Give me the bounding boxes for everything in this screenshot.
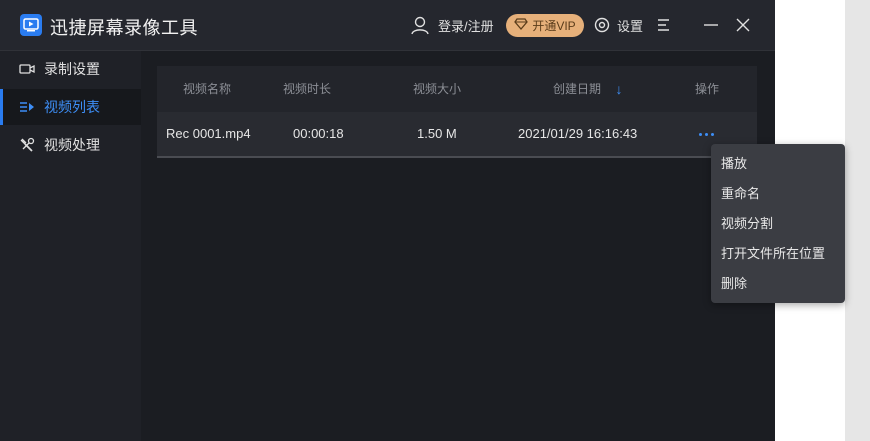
video-size: 1.50 M <box>417 126 457 141</box>
camera-icon <box>18 60 36 78</box>
table-header: 视频名称 视频时长 视频大小 创建日期 ↓ 操作 <box>157 66 757 112</box>
list-icon <box>18 98 36 116</box>
title-bar: 迅捷屏幕录像工具 登录/注册 开通VIP 设置 <box>0 0 775 51</box>
menu-item-delete[interactable]: 删除 <box>711 269 845 299</box>
sort-arrow-icon[interactable]: ↓ <box>612 66 626 112</box>
minimize-icon[interactable] <box>703 15 723 35</box>
video-name: Rec 0001.mp4 <box>166 126 251 141</box>
app-title: 迅捷屏幕录像工具 <box>50 18 198 38</box>
settings-label: 设置 <box>617 18 644 34</box>
diamond-icon <box>514 18 529 33</box>
login-button[interactable]: 登录/注册 <box>410 0 494 50</box>
column-header-actions: 操作 <box>694 82 719 96</box>
context-menu: 播放 重命名 视频分割 打开文件所在位置 删除 <box>711 144 845 303</box>
sidebar: 录制设置 视频列表 视频处理 <box>0 51 141 441</box>
video-table: 视频名称 视频时长 视频大小 创建日期 ↓ 操作 Rec 0001.mp4 00… <box>157 66 757 158</box>
sidebar-item-label: 录制设置 <box>44 61 100 77</box>
sidebar-item-video-list[interactable]: 视频列表 <box>0 89 141 125</box>
vip-button[interactable]: 开通VIP <box>506 14 584 37</box>
login-label: 登录/注册 <box>438 18 494 34</box>
tools-icon <box>18 136 36 154</box>
sidebar-item-video-processing[interactable]: 视频处理 <box>0 127 141 163</box>
sidebar-item-label: 视频处理 <box>44 137 100 153</box>
menu-item-split-video[interactable]: 视频分割 <box>711 209 845 239</box>
menu-item-open-file-location[interactable]: 打开文件所在位置 <box>711 239 845 269</box>
app-logo-icon <box>20 14 42 36</box>
column-header-date[interactable]: 创建日期 <box>537 66 617 112</box>
sidebar-item-label: 视频列表 <box>44 99 100 115</box>
table-row[interactable]: Rec 0001.mp4 00:00:18 1.50 M 2021/01/29 … <box>157 112 757 158</box>
column-header-name[interactable]: 视频名称 <box>167 66 247 112</box>
vip-label: 开通VIP <box>532 19 576 33</box>
video-duration: 00:00:18 <box>293 126 344 141</box>
column-header-duration[interactable]: 视频时长 <box>267 66 347 112</box>
gear-icon <box>594 17 610 33</box>
column-header-size[interactable]: 视频大小 <box>397 66 477 112</box>
menu-icon[interactable] <box>656 15 676 35</box>
menu-item-rename[interactable]: 重命名 <box>711 179 845 209</box>
user-icon <box>410 15 430 35</box>
settings-button[interactable]: 设置 <box>594 0 643 50</box>
menu-item-play[interactable]: 播放 <box>711 149 845 179</box>
close-icon[interactable] <box>735 15 755 35</box>
video-date: 2021/01/29 16:16:43 <box>518 126 638 141</box>
app-window: 迅捷屏幕录像工具 登录/注册 开通VIP 设置 录制设置 视频列表 视频处理 视… <box>0 0 775 441</box>
sidebar-item-record-settings[interactable]: 录制设置 <box>0 51 141 87</box>
background-strip <box>845 0 870 441</box>
